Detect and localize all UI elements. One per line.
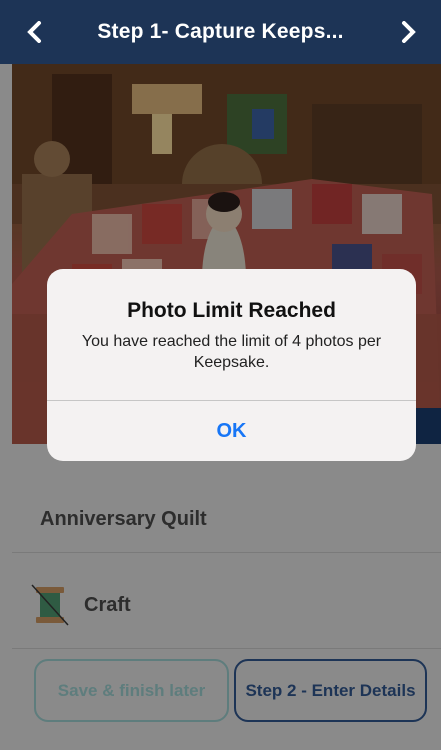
keepsake-name: Anniversary Quilt [40,507,207,530]
keepsake-name-row[interactable]: Anniversary Quilt [12,486,441,553]
save-finish-later-button[interactable]: Save & finish later [34,659,229,722]
category-row[interactable]: Craft [12,562,441,649]
nav-header: Step 1- Capture Keeps... [0,0,441,64]
forward-button[interactable] [383,0,433,64]
back-button[interactable] [10,0,60,64]
page-title: Step 1- Capture Keeps... [97,20,344,43]
keepsake-details: Anniversary Quilt Craft Save & finish la… [12,444,441,750]
chevron-right-icon [402,21,416,43]
alert-title: Photo Limit Reached [127,299,336,322]
thread-spool-icon [31,584,69,626]
category-label: Craft [84,593,131,616]
step2-enter-details-button[interactable]: Step 2 - Enter Details [234,659,427,722]
chevron-left-icon [27,21,41,43]
alert-ok-button[interactable]: OK [47,401,416,461]
alert-message: You have reached the limit of 4 photos p… [81,333,382,371]
photo-limit-alert: Photo Limit Reached You have reached the… [47,269,416,461]
